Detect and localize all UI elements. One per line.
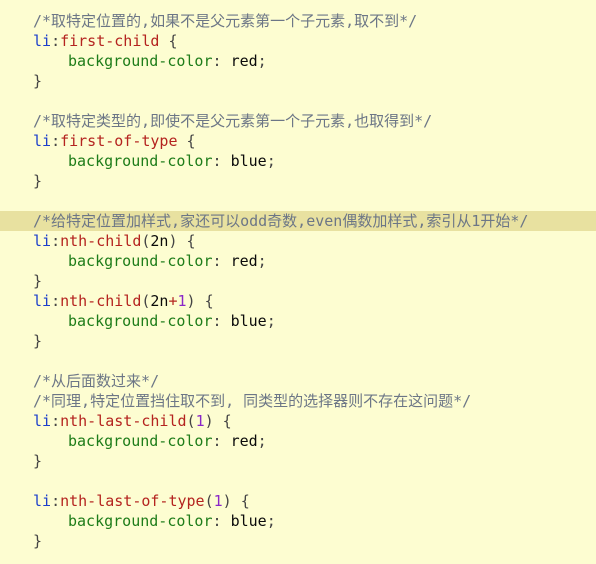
paren-token: ) xyxy=(204,412,214,430)
comment-token: /*同理,特定位置挡住取不到, 同类型的选择器则不存在这问题*/ xyxy=(33,392,472,410)
code-line-comment[interactable]: /*从后面数过来*/ xyxy=(0,371,596,391)
value-token: blue xyxy=(230,312,267,330)
code-line-blank[interactable] xyxy=(0,191,596,211)
code-line-selector[interactable]: li:nth-child(2n) { xyxy=(0,231,596,251)
colon-token: : xyxy=(51,32,61,50)
colon-token: : xyxy=(212,512,231,530)
semicolon-token: ; xyxy=(266,512,276,530)
colon-token: : xyxy=(51,132,61,150)
argument-token: 2n xyxy=(150,292,169,310)
argument-token: 2n xyxy=(150,232,169,250)
property-token: background-color xyxy=(68,52,213,70)
property-token: background-color xyxy=(68,312,213,330)
brace-token: { xyxy=(231,492,250,510)
value-token: blue xyxy=(230,152,267,170)
brace-token: } xyxy=(33,72,43,90)
selector-token: li xyxy=(33,292,52,310)
semicolon-token: ; xyxy=(257,52,267,70)
brace-token: } xyxy=(33,332,43,350)
value-token: red xyxy=(230,432,258,450)
pseudo-class-token: nth-last-child xyxy=(60,412,187,430)
code-line-declaration[interactable]: background-color: blue; xyxy=(0,511,596,531)
colon-token: : xyxy=(51,412,61,430)
brace-token: } xyxy=(33,452,43,470)
code-line-close[interactable]: } xyxy=(0,451,596,471)
property-token: background-color xyxy=(68,432,213,450)
colon-token: : xyxy=(51,292,61,310)
colon-token: : xyxy=(212,312,231,330)
code-line-selector[interactable]: li:nth-last-child(1) { xyxy=(0,411,596,431)
code-line-selector[interactable]: li:first-of-type { xyxy=(0,131,596,151)
brace-token: } xyxy=(33,272,43,290)
paren-token: ) xyxy=(186,292,196,310)
semicolon-token: ; xyxy=(266,312,276,330)
brace-token: { xyxy=(195,292,214,310)
selector-token: li xyxy=(33,232,52,250)
paren-token: ( xyxy=(204,492,214,510)
semicolon-token: ; xyxy=(257,252,267,270)
number-token: 1 xyxy=(213,492,223,510)
code-line-close[interactable]: } xyxy=(0,171,596,191)
semicolon-token: ; xyxy=(266,152,276,170)
comment-token: /*给特定位置加样式,家还可以odd奇数,even偶数加样式,索引从1开始*/ xyxy=(33,212,529,230)
number-token: 1 xyxy=(195,412,205,430)
pseudo-class-token: first-child xyxy=(60,32,160,50)
value-token: blue xyxy=(230,512,267,530)
property-token: background-color xyxy=(68,252,213,270)
number-token: 1 xyxy=(177,292,187,310)
colon-token: : xyxy=(51,232,61,250)
code-line-blank[interactable] xyxy=(0,91,596,111)
code-line-declaration[interactable]: background-color: red; xyxy=(0,51,596,71)
pseudo-class-token: nth-child xyxy=(60,232,142,250)
code-line-close[interactable]: } xyxy=(0,271,596,291)
code-line-close[interactable]: } xyxy=(0,331,596,351)
code-line-declaration[interactable]: background-color: blue; xyxy=(0,151,596,171)
code-line-comment[interactable]: /*同理,特定位置挡住取不到, 同类型的选择器则不存在这问题*/ xyxy=(0,391,596,411)
code-line-comment[interactable]: /*取特定类型的,即使不是父元素第一个子元素,也取得到*/ xyxy=(0,111,596,131)
code-line-blank[interactable] xyxy=(0,471,596,491)
colon-token: : xyxy=(212,432,231,450)
selector-token: li xyxy=(33,412,52,430)
comment-token: /*从后面数过来*/ xyxy=(33,372,160,390)
colon-token: : xyxy=(212,52,231,70)
code-line-declaration[interactable]: background-color: red; xyxy=(0,431,596,451)
code-line-comment[interactable]: /*取特定位置的,如果不是父元素第一个子元素,取不到*/ xyxy=(0,11,596,31)
paren-token: ) xyxy=(222,492,232,510)
code-line-declaration[interactable]: background-color: red; xyxy=(0,251,596,271)
value-token: red xyxy=(230,252,258,270)
selector-token: li xyxy=(33,132,52,150)
brace-token: } xyxy=(33,172,43,190)
code-line-declaration[interactable]: background-color: blue; xyxy=(0,311,596,331)
colon-token: : xyxy=(212,152,231,170)
code-line-comment-current[interactable]: /*给特定位置加样式,家还可以odd奇数,even偶数加样式,索引从1开始*/ xyxy=(0,211,596,231)
code-line-selector[interactable]: li:nth-child(2n+1) { xyxy=(0,291,596,311)
operator-token: + xyxy=(168,292,178,310)
brace-token: { xyxy=(213,412,232,430)
brace-token: } xyxy=(33,532,43,550)
pseudo-class-token: nth-last-of-type xyxy=(60,492,205,510)
value-token: red xyxy=(230,52,258,70)
code-line-close[interactable]: } xyxy=(0,71,596,91)
selector-token: li xyxy=(33,32,52,50)
pseudo-class-token: nth-child xyxy=(60,292,142,310)
property-token: background-color xyxy=(68,512,213,530)
comment-token: /*取特定位置的,如果不是父元素第一个子元素,取不到*/ xyxy=(33,12,418,30)
property-token: background-color xyxy=(68,152,213,170)
comment-token: /*取特定类型的,即使不是父元素第一个子元素,也取得到*/ xyxy=(33,112,433,130)
brace-token: { xyxy=(177,232,196,250)
paren-token: ) xyxy=(168,232,178,250)
colon-token: : xyxy=(212,252,231,270)
code-editor[interactable]: /*取特定位置的,如果不是父元素第一个子元素,取不到*/ li:first-ch… xyxy=(0,0,596,564)
paren-token: ( xyxy=(186,412,196,430)
pseudo-class-token: first-of-type xyxy=(60,132,178,150)
colon-token: : xyxy=(51,492,61,510)
code-line-selector[interactable]: li:first-child { xyxy=(0,31,596,51)
selector-token: li xyxy=(33,492,52,510)
semicolon-token: ; xyxy=(257,432,267,450)
brace-token: { xyxy=(159,32,178,50)
brace-token: { xyxy=(177,132,196,150)
code-line-blank[interactable] xyxy=(0,351,596,371)
code-line-selector[interactable]: li:nth-last-of-type(1) { xyxy=(0,491,596,511)
code-line-close[interactable]: } xyxy=(0,531,596,551)
